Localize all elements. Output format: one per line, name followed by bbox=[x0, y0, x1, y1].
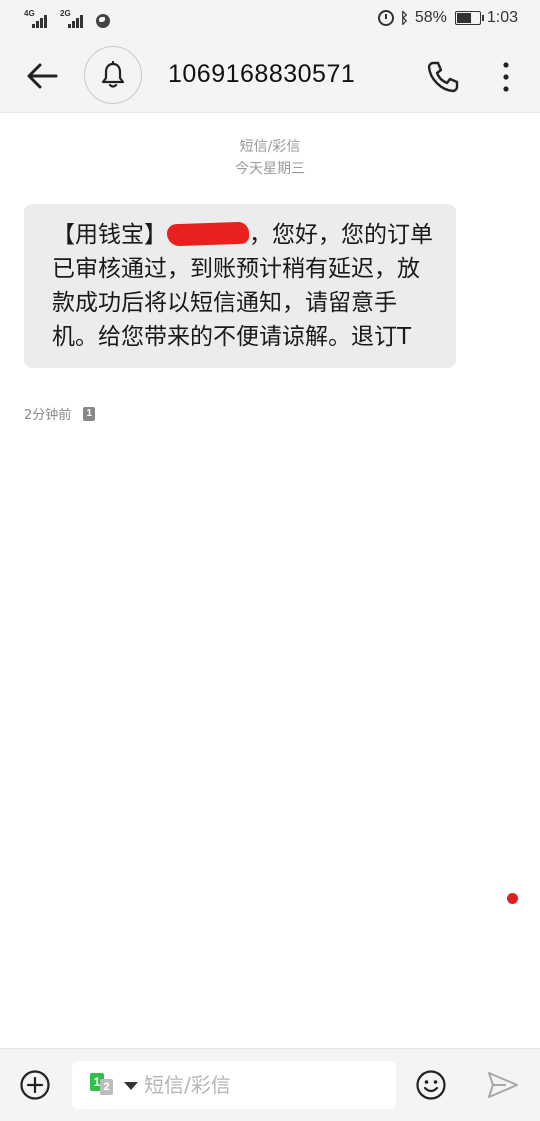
compose-box: 1 2 bbox=[72, 1061, 396, 1109]
status-left: 4G 2G bbox=[24, 10, 110, 30]
sim-selector[interactable]: 1 2 bbox=[90, 1073, 142, 1097]
status-bar: 4G 2G ᛒ 58% 1:03 bbox=[0, 0, 540, 40]
add-attachment-button[interactable] bbox=[19, 1069, 51, 1101]
clock-time: 1:03 bbox=[486, 9, 518, 26]
globe-icon bbox=[96, 13, 110, 28]
signal-icon: 4G bbox=[24, 10, 52, 30]
battery-percent: 58% bbox=[414, 9, 447, 26]
emoji-button[interactable] bbox=[415, 1069, 447, 1101]
sim2-icon: 2 bbox=[100, 1079, 113, 1095]
smiley-icon bbox=[416, 1070, 446, 1100]
bell-icon bbox=[101, 61, 125, 88]
bluetooth-icon: ᛒ bbox=[399, 9, 409, 27]
message-meta: 2分钟前 1 bbox=[24, 404, 96, 423]
sim-card-icon: 1 bbox=[83, 406, 96, 421]
channel-label: 短信/彩信 bbox=[239, 139, 301, 155]
arrow-left-icon bbox=[27, 63, 58, 89]
date-separator: 短信/彩信 今天星期三 bbox=[0, 136, 540, 180]
contact-title: 1069168830571 bbox=[168, 60, 356, 88]
message-text-start: 【用钱宝】 bbox=[52, 222, 167, 248]
message-bubble[interactable]: 【用钱宝】 ，您好，您的订单已审核通过，到账预计稍有延迟，放款成功后将以短信通知，… bbox=[24, 204, 456, 368]
more-vertical-icon bbox=[503, 62, 509, 92]
date-label: 今天星期三 bbox=[235, 161, 305, 177]
redaction-mark bbox=[166, 221, 250, 247]
call-button[interactable] bbox=[424, 58, 462, 96]
composer-bar: 1 2 bbox=[0, 1048, 540, 1121]
notification-button[interactable] bbox=[84, 46, 142, 104]
status-right: ᛒ 58% 1:03 bbox=[377, 9, 518, 27]
signal-icon: 2G bbox=[60, 10, 88, 30]
message-time: 2分钟前 bbox=[24, 408, 72, 423]
red-dot-mark bbox=[507, 893, 518, 904]
battery-icon bbox=[454, 11, 484, 25]
plus-circle-icon bbox=[20, 1070, 50, 1100]
phone-icon bbox=[427, 61, 459, 93]
send-button[interactable] bbox=[486, 1069, 520, 1101]
app-bar: 1069168830571 bbox=[0, 40, 540, 113]
back-button[interactable] bbox=[22, 58, 62, 94]
message-input[interactable] bbox=[144, 1061, 384, 1109]
send-icon bbox=[488, 1072, 518, 1098]
dropdown-caret-icon bbox=[124, 1082, 138, 1090]
alarm-icon bbox=[377, 10, 394, 26]
more-options-button[interactable] bbox=[494, 58, 518, 96]
